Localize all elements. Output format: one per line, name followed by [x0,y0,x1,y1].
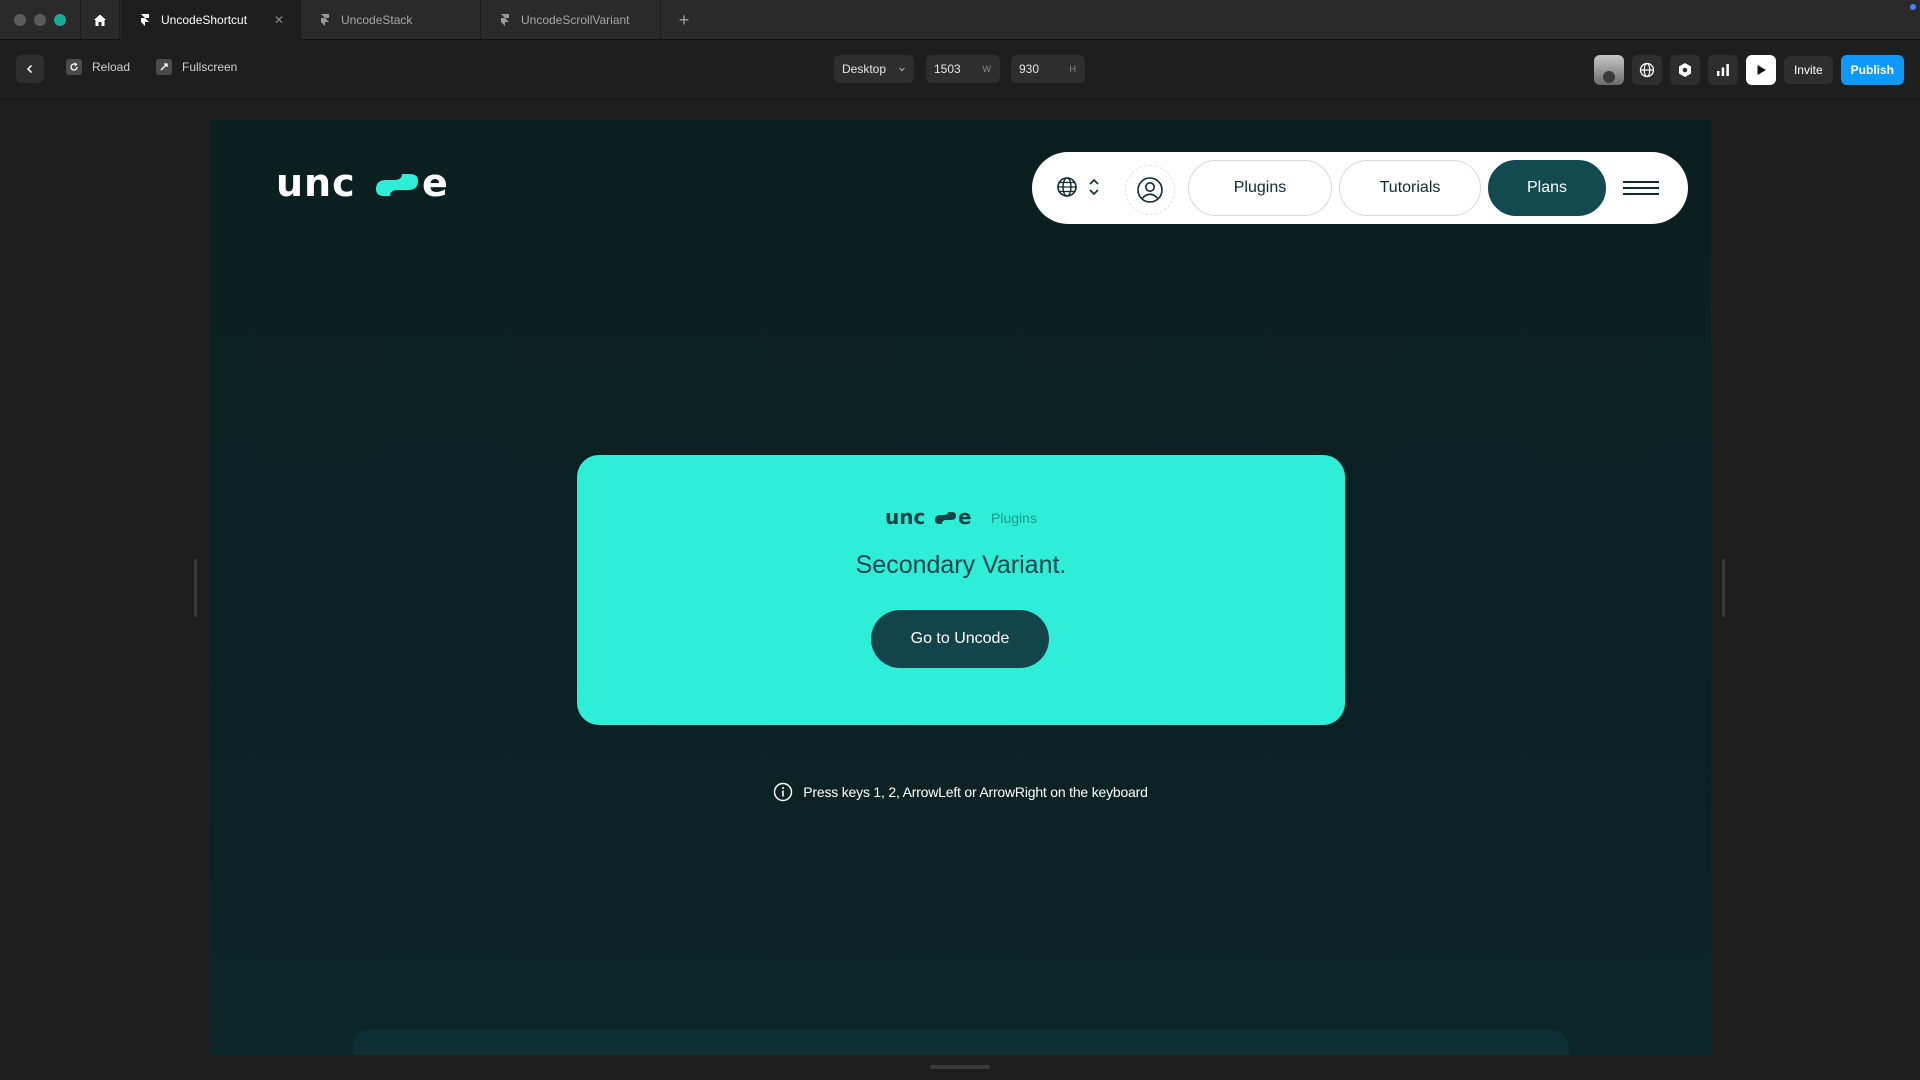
tab-uncode-scroll-variant[interactable]: UncodeScrollVariant [481,0,661,40]
reload-icon [66,59,82,75]
resize-handle-bottom[interactable] [930,1065,990,1069]
svg-text:e: e [422,165,448,205]
analytics-icon [1716,64,1729,76]
device-select[interactable]: Desktop [834,55,914,83]
right-toolbar: Invite Publish [1593,55,1904,85]
width-field[interactable]: 1503 W [926,55,1000,83]
framer-icon [499,14,511,26]
resize-handle-right[interactable] [1722,559,1725,617]
site-preview: uncode unc e Plugins Tutorials Plans unc… [210,120,1711,1055]
chevron-left-icon [26,64,33,74]
tab-uncode-shortcut[interactable]: UncodeShortcut ✕ [121,0,301,40]
nav-plans[interactable]: Plans [1488,160,1606,216]
framer-icon [139,14,151,26]
back-button[interactable] [16,55,44,83]
settings-button[interactable] [1669,55,1700,85]
preview-play-button[interactable] [1745,55,1776,85]
height-field[interactable]: 930 H [1011,55,1085,83]
preview-toolbar: Reload Fullscreen Desktop 1503 W 930 H I… [0,40,1920,100]
home-icon [94,14,106,26]
globe-icon [1057,177,1077,197]
keyboard-hint: Press keys 1, 2, ArrowLeft or ArrowRight… [210,782,1711,802]
svg-text:e: e [958,507,972,529]
framer-icon [319,14,331,26]
width-value: 1503 [934,62,961,76]
site-nav: Plugins Tutorials Plans [1032,152,1688,224]
fullscreen-icon [156,59,172,75]
tab-bar: UncodeShortcut ✕ UncodeStack UncodeScrol… [0,0,1920,40]
card-title: Secondary Variant. [855,551,1067,579]
play-icon [1757,65,1766,75]
nav-plugins[interactable]: Plugins [1188,160,1332,216]
tab-label: UncodeScrollVariant [521,13,630,27]
height-suffix: H [1069,64,1077,74]
next-section-panel [353,1030,1569,1055]
hint-text: Press keys 1, 2, ArrowLeft or ArrowRight… [803,784,1148,800]
settings-icon [1678,63,1691,77]
home-tab[interactable] [80,0,120,40]
chevron-down-icon [899,67,905,72]
hamburger-icon[interactable] [1614,162,1668,214]
card-logo: uncode unc e Plugins [577,507,1345,529]
site-logo[interactable]: uncode unc e [276,165,476,205]
publish-button[interactable]: Publish [1840,55,1904,85]
window-zoom-dot[interactable] [54,14,66,26]
svg-text:unc: unc [885,507,925,529]
go-to-uncode-button[interactable]: Go to Uncode [871,610,1049,668]
tab-label: UncodeStack [341,13,413,27]
plus-icon[interactable]: + [672,8,696,32]
nav-tutorials[interactable]: Tutorials [1339,160,1481,216]
reload-button[interactable]: Reload [66,59,130,75]
globe-button[interactable] [1631,55,1662,85]
width-suffix: W [982,64,992,74]
notification-dot [1910,4,1916,10]
language-selector[interactable] [1056,176,1100,198]
fullscreen-label: Fullscreen [182,60,238,74]
variant-card: uncode unc e Plugins Secondary Variant. … [577,455,1345,725]
device-value: Desktop [842,62,887,76]
globe-icon [1639,62,1655,78]
close-icon[interactable]: ✕ [274,13,284,27]
uncode-logo: uncode unc e [885,507,972,529]
uncode-logo: uncode unc e [276,165,448,205]
height-value: 930 [1019,62,1040,76]
account-button[interactable] [1125,165,1175,215]
svg-text:unc: unc [276,165,356,205]
info-icon [774,782,793,802]
window-minimize-dot[interactable] [34,14,46,26]
card-logo-tag: Plugins [991,510,1037,526]
resize-handle-left[interactable] [194,559,197,617]
user-icon [1137,177,1163,203]
window-close-dot[interactable] [14,14,26,26]
fullscreen-button[interactable]: Fullscreen [156,59,237,75]
updown-chevron-icon [1089,178,1099,196]
invite-button[interactable]: Invite [1783,56,1833,84]
reload-label: Reload [92,60,131,74]
tab-label: UncodeShortcut [161,13,248,27]
tab-uncode-stack[interactable]: UncodeStack [301,0,481,40]
avatar[interactable] [1593,55,1624,85]
analytics-button[interactable] [1707,55,1738,85]
